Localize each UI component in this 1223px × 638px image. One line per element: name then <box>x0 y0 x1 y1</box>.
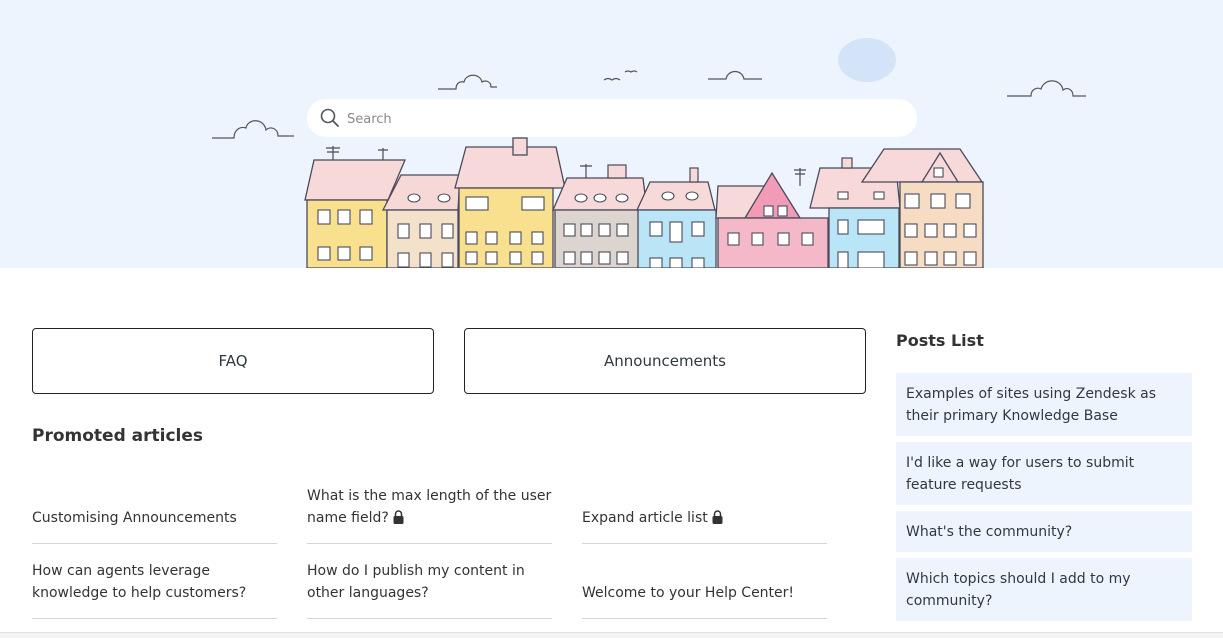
post-link[interactable]: I'd like a way for users to submit featu… <box>906 455 1134 493</box>
article-title: Welcome to your Help Center! <box>582 585 795 601</box>
list-item: Expand article list <box>582 469 827 544</box>
search-icon <box>320 108 339 127</box>
article-link[interactable]: How do I publish my content in other lan… <box>307 560 552 604</box>
article-link[interactable]: Expand article list <box>582 507 723 529</box>
lock-icon <box>393 510 404 524</box>
post-item[interactable]: I'd like a way for users to submit featu… <box>896 442 1192 505</box>
list-item: How can agents leverage knowledge to hel… <box>32 544 277 619</box>
article-title: How do I publish my content in other lan… <box>307 563 525 601</box>
article-link[interactable]: How can agents leverage knowledge to hel… <box>32 560 277 604</box>
article-title: How can agents leverage knowledge to hel… <box>32 563 247 601</box>
hero-banner <box>0 0 1223 268</box>
list-item: Customising Announcements <box>32 469 277 544</box>
lock-icon <box>712 510 723 524</box>
article-title: Expand article list <box>582 510 708 526</box>
search-input[interactable] <box>345 105 899 133</box>
post-link[interactable]: What's the community? <box>906 524 1072 540</box>
post-item[interactable]: Examples of sites using Zendesk as their… <box>896 373 1192 436</box>
article-title: What is the max length of the user name … <box>307 488 552 526</box>
list-item: How do I publish my content in other lan… <box>307 544 552 619</box>
article-link[interactable]: Welcome to your Help Center! <box>582 582 794 604</box>
posts-list-heading: Posts List <box>896 331 984 350</box>
article-link[interactable]: What is the max length of the user name … <box>307 485 552 529</box>
post-link[interactable]: Examples of sites using Zendesk as their… <box>906 386 1156 424</box>
horizontal-scrollbar[interactable] <box>0 632 1223 638</box>
promoted-articles-heading: Promoted articles <box>32 426 204 446</box>
post-item[interactable]: Which topics should I add to my communit… <box>896 558 1192 621</box>
list-item: Welcome to your Help Center! <box>582 544 827 619</box>
category-faq-button[interactable]: FAQ <box>32 328 434 394</box>
article-title: Customising Announcements <box>32 510 237 526</box>
post-item[interactable]: What's the community? <box>896 511 1192 552</box>
search-bar[interactable] <box>307 99 917 137</box>
category-announcements-button[interactable]: Announcements <box>464 328 866 394</box>
list-item: What is the max length of the user name … <box>307 469 552 544</box>
post-link[interactable]: Which topics should I add to my communit… <box>906 571 1131 609</box>
article-link[interactable]: Customising Announcements <box>32 507 237 529</box>
